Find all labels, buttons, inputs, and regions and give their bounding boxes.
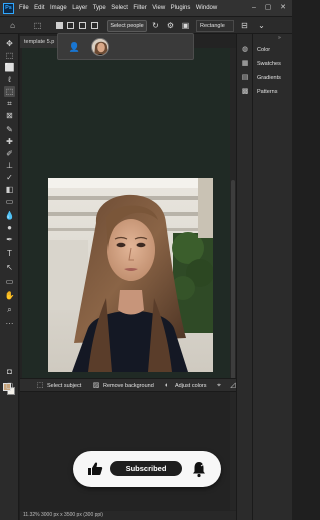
portrait-image xyxy=(48,178,213,372)
panel-icon-strip xyxy=(236,34,253,520)
frame-icon[interactable]: ▣ xyxy=(181,21,190,30)
panel-swatches[interactable]: ▦ Swatches xyxy=(240,58,292,70)
new-selection-icon[interactable] xyxy=(56,22,63,29)
portrait-avatar[interactable] xyxy=(91,38,109,56)
menu-window[interactable]: Window xyxy=(196,5,217,11)
select-subject-popup: 👤 xyxy=(57,33,194,60)
panel-color[interactable]: ◍ Color xyxy=(240,44,292,56)
eyedropper-tool-icon[interactable]: ✎ xyxy=(4,124,15,135)
quick-mask-icon[interactable]: ◘ xyxy=(4,366,15,377)
panel-column xyxy=(253,34,292,520)
select-subject-icon[interactable]: ⬚ xyxy=(36,381,44,391)
close-button[interactable]: ✕ xyxy=(278,2,288,13)
pen-tool-icon[interactable]: ✒ xyxy=(4,234,15,245)
grid-icon: ▦ xyxy=(241,60,249,67)
people-icon[interactable]: 👤 xyxy=(68,41,81,54)
menu-type[interactable]: Type xyxy=(93,5,106,11)
dodge-tool-icon[interactable]: ● xyxy=(4,222,15,233)
remove-background-icon[interactable]: ▨ xyxy=(92,381,100,391)
menu-image[interactable]: Image xyxy=(50,5,67,11)
select-subject-task-button[interactable]: Select subject xyxy=(47,381,81,391)
menu-filter[interactable]: Filter xyxy=(133,5,146,11)
bell-icon[interactable] xyxy=(191,460,207,478)
menu-plugins[interactable]: Plugins xyxy=(171,5,191,11)
shape-mode-select[interactable]: Rectangle xyxy=(196,20,234,32)
panel-label-color: Color xyxy=(257,47,271,53)
pin-icon[interactable]: ⌖ xyxy=(215,381,223,391)
contextual-task-bar: ⬚ Select subject ▨ Remove background ◐ A… xyxy=(20,378,236,392)
subscribed-button[interactable]: Subscribed xyxy=(110,461,182,476)
move-tool-icon[interactable]: ✥ xyxy=(4,38,15,49)
panel-gradients[interactable]: ▤ Gradients xyxy=(240,72,292,84)
screen-mode-icon[interactable]: ▢ xyxy=(4,380,15,391)
menu-select[interactable]: Select xyxy=(111,5,128,11)
options-bar: ⌂ ⬚ Select people ↻ ⚙ ▣ Rectangle ⊟ ⌄ xyxy=(0,16,292,34)
panel-patterns[interactable]: ▩ Patterns xyxy=(240,86,292,98)
menu-view[interactable]: View xyxy=(152,5,165,11)
lasso-tool-icon[interactable]: ℓ xyxy=(4,74,15,85)
rectangle-tool-icon[interactable]: ▭ xyxy=(4,276,15,287)
subtract-selection-icon[interactable] xyxy=(79,22,86,29)
healing-brush-icon[interactable]: ✚ xyxy=(4,136,15,147)
refresh-icon[interactable]: ↻ xyxy=(151,21,160,30)
adjust-colors-icon[interactable]: ◐ xyxy=(163,381,171,391)
type-tool-icon[interactable]: T xyxy=(4,248,15,259)
eraser-tool-icon[interactable]: ◧ xyxy=(4,184,15,195)
adjust-colors-button[interactable]: Adjust colors xyxy=(175,381,207,391)
align-icon[interactable]: ⊟ xyxy=(240,21,249,30)
remove-background-button[interactable]: Remove background xyxy=(103,381,154,391)
menu-layer[interactable]: Layer xyxy=(72,5,87,11)
thumbs-up-icon[interactable] xyxy=(87,461,103,477)
path-selection-icon[interactable]: ↖ xyxy=(4,262,15,273)
panel-label-gradients: Gradients xyxy=(257,75,281,81)
menu-file[interactable]: File xyxy=(19,5,29,11)
marquee-tool-icon[interactable]: ⬜ xyxy=(4,62,15,73)
chevron-down-icon[interactable]: ⌄ xyxy=(257,21,266,30)
gradient-tool-icon[interactable]: ▭ xyxy=(4,196,15,207)
tool-preset-icon[interactable]: ⬚ xyxy=(33,21,42,30)
portrait-photo[interactable] xyxy=(48,178,213,372)
blur-tool-icon[interactable]: 💧 xyxy=(4,210,15,221)
minimize-button[interactable]: – xyxy=(249,2,259,13)
pattern-icon: ▩ xyxy=(241,88,249,95)
photoshop-logo[interactable]: Ps xyxy=(3,2,14,14)
hand-tool-icon[interactable]: ✋ xyxy=(4,290,15,301)
collapse-panels-icon[interactable]: » xyxy=(278,35,281,41)
settings-icon[interactable]: ⚙ xyxy=(166,21,175,30)
gradient-icon: ▤ xyxy=(241,74,249,81)
add-to-selection-icon[interactable] xyxy=(67,22,74,29)
more-tools-icon[interactable]: ··· xyxy=(4,318,15,329)
scrollbar-thumb[interactable] xyxy=(231,180,235,380)
menu-edit[interactable]: Edit xyxy=(34,5,44,11)
tools-panel: ✥ ⬚ ⬜ ℓ ⬚ ⌗ ⊠ ✎ ✚ ✐ ⊥ ✓ ◧ ▭ 💧 ● ✒ T ↖ ▭ … xyxy=(0,34,19,520)
maximize-button[interactable]: ▢ xyxy=(263,2,273,13)
menu-bar: Ps File Edit Image Layer Type Select Fil… xyxy=(0,0,292,16)
home-icon[interactable]: ⌂ xyxy=(8,21,17,30)
avatar-image xyxy=(92,39,108,55)
status-bar: 11.32% 3000 px x 3500 px (300 ppi) xyxy=(20,511,236,520)
history-brush-icon[interactable]: ✓ xyxy=(4,172,15,183)
frame-tool-icon[interactable]: ⊠ xyxy=(4,110,15,121)
brush-tool-icon[interactable]: ✐ xyxy=(4,148,15,159)
panel-label-swatches: Swatches xyxy=(257,61,281,67)
subscribe-overlay: Subscribed xyxy=(73,451,221,487)
intersect-selection-icon[interactable] xyxy=(91,22,98,29)
clone-stamp-icon[interactable]: ⊥ xyxy=(4,160,15,171)
document-tab[interactable]: template 5.p xyxy=(20,36,60,48)
panel-label-patterns: Patterns xyxy=(257,89,278,95)
zoom-tool-icon[interactable]: ⌕ xyxy=(4,304,15,315)
crop-tool-icon[interactable]: ⌗ xyxy=(4,98,15,109)
object-selection-tool-icon[interactable]: ⬚ xyxy=(4,86,15,97)
color-wheel-icon: ◍ xyxy=(241,46,249,53)
select-subject-button[interactable]: Select people xyxy=(107,20,147,32)
artboard-tool-icon[interactable]: ⬚ xyxy=(4,50,15,61)
